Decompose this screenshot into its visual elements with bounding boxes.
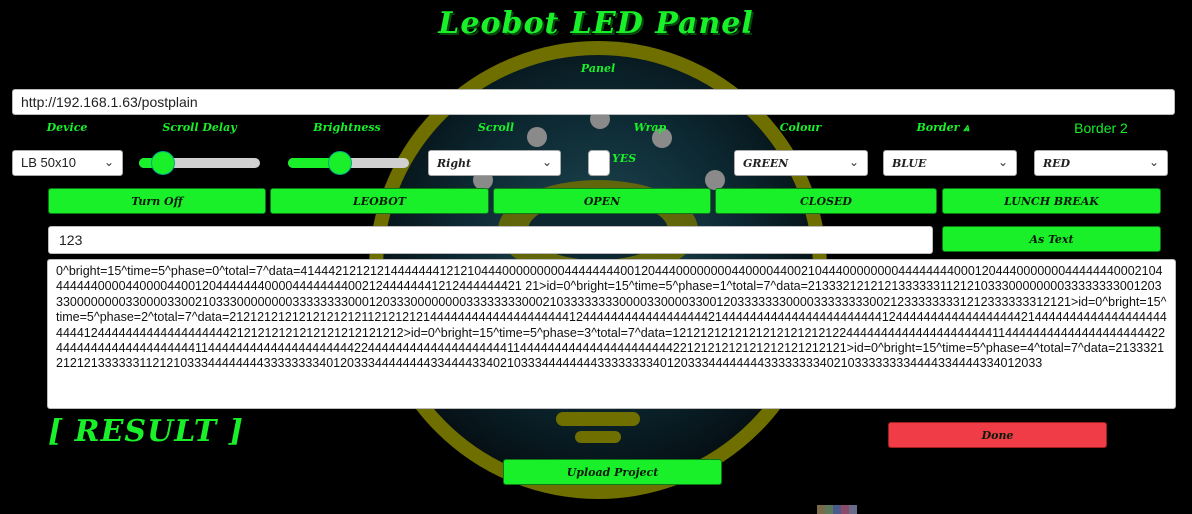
scroll-delay-slider[interactable]: [139, 150, 260, 176]
output-textarea[interactable]: 0^bright=15^time=5^phase=0^total=7^data=…: [47, 259, 1176, 409]
chevron-down-icon: ⌄: [541, 155, 552, 169]
border2-label: Border 2: [1074, 120, 1128, 136]
closed-button[interactable]: CLOSED: [715, 188, 937, 214]
device-select[interactable]: LB 50x10 ⌄: [12, 150, 123, 176]
upload-project-button[interactable]: Upload Project: [503, 459, 722, 485]
pyramid-icon: ⩓: [963, 121, 970, 134]
text-input[interactable]: 123: [48, 226, 933, 254]
scroll-select-value: Right: [437, 157, 472, 170]
panel-label: Panel: [580, 62, 616, 75]
colour-label: Colour: [779, 121, 822, 134]
leobot-button[interactable]: LEOBOT: [270, 188, 489, 214]
border-select-value: BLUE: [892, 157, 927, 170]
chevron-down-icon: ⌄: [997, 155, 1008, 169]
colour-select[interactable]: GREEN ⌄: [734, 150, 868, 176]
scroll-delay-label: Scroll Delay: [162, 121, 237, 134]
device-label: Device: [46, 121, 88, 134]
border-label: Border ⩓: [883, 121, 1003, 135]
border-label-text: Border: [916, 121, 960, 134]
slider-thumb[interactable]: [150, 151, 175, 175]
as-text-button[interactable]: As Text: [942, 226, 1161, 252]
border2-select-value: RED: [1043, 157, 1071, 170]
brightness-slider[interactable]: [288, 150, 409, 176]
border-select[interactable]: BLUE ⌄: [883, 150, 1017, 176]
chevron-down-icon: ⌄: [848, 155, 859, 169]
colour-select-value: GREEN: [743, 157, 789, 170]
brightness-label: Brightness: [313, 121, 381, 134]
slider-thumb[interactable]: [327, 151, 352, 175]
device-select-value: LB 50x10: [21, 155, 76, 170]
color-swatches: [817, 505, 857, 514]
page-title: Leobot LED Panel: [438, 6, 754, 41]
url-input[interactable]: http://192.168.1.63/postplain: [12, 89, 1175, 115]
chevron-down-icon: ⌄: [103, 155, 114, 169]
scroll-label: Scroll: [477, 121, 515, 134]
wrap-checkbox-label: YES: [612, 152, 637, 165]
wrap-label: Wrap: [633, 121, 667, 134]
open-button[interactable]: OPEN: [493, 188, 711, 214]
scroll-select[interactable]: Right ⌄: [428, 150, 561, 176]
chevron-down-icon: ⌄: [1148, 155, 1159, 169]
done-button[interactable]: Done: [888, 422, 1107, 448]
result-heading: [ RESULT ]: [48, 414, 244, 449]
turn-off-button[interactable]: Turn Off: [48, 188, 266, 214]
border2-select[interactable]: RED ⌄: [1034, 150, 1168, 176]
lunch-break-button[interactable]: LUNCH BREAK: [942, 188, 1161, 214]
wrap-checkbox[interactable]: [588, 150, 610, 176]
